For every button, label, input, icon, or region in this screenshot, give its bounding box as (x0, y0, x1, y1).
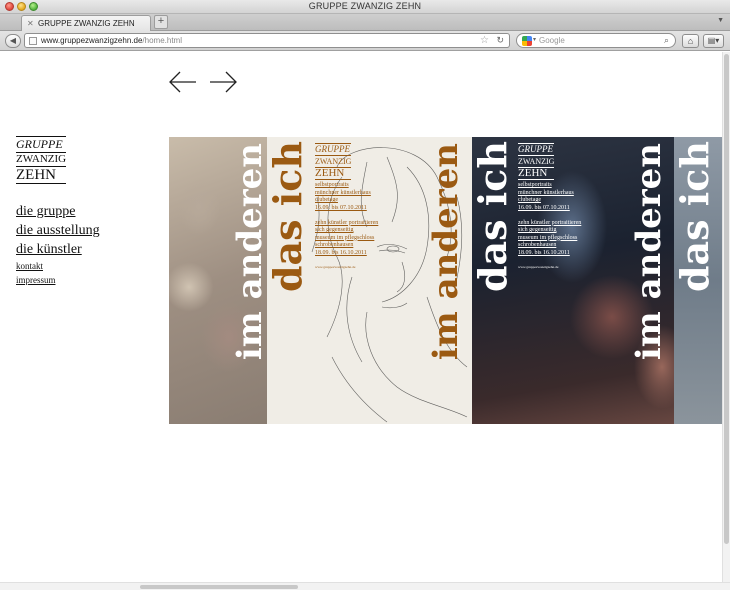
poster-painting-partial[interactable]: im anderen (169, 137, 267, 424)
horizontal-scrollbar[interactable] (0, 582, 730, 590)
info-line: sich gegenseitig (315, 227, 354, 233)
poster-logo-line-1: GRUPPE (315, 143, 352, 154)
url-text[interactable]: www.gruppezwanzigzehn.de/home.html (41, 36, 182, 45)
vertical-scrollbar[interactable] (722, 52, 730, 582)
tab-overflow-icon[interactable]: ▼ (717, 17, 724, 24)
poster-logo-line-1: GRUPPE (518, 143, 555, 154)
poster-logo-line-3: ZEHN (518, 167, 555, 180)
footer-url: www.gruppezwanzigzehn.de (315, 264, 356, 269)
info-line: 18.09. bis 16.10.2011 (315, 249, 367, 256)
nav-link-impressum[interactable]: impressum (16, 273, 100, 287)
home-button[interactable]: ⌂ (682, 34, 699, 48)
url-host: www.gruppezwanzigzehn.de (41, 36, 143, 45)
nav-link-die-kuenstler[interactable]: die künstler (16, 240, 100, 259)
info-line: clubetage (315, 197, 338, 203)
reload-icon[interactable]: ↻ (496, 35, 504, 46)
address-bar[interactable]: www.gruppezwanzigzehn.de/home.html ☆ ↻ (24, 33, 510, 48)
poster-gallery[interactable]: im anderen GRUPPE ZWANZIG ZEHN selbstpor… (169, 137, 722, 424)
search-field[interactable]: ▾ Google ⌕ (516, 33, 676, 48)
close-tab-icon[interactable]: ✕ (27, 19, 34, 28)
info-line: selbstportraits (518, 182, 552, 188)
info-line: museum im pflegschloss (518, 234, 578, 241)
search-placeholder: Google (539, 36, 565, 45)
horizontal-scroll-thumb[interactable] (140, 585, 298, 589)
tab-active[interactable]: ✕ GRUPPE ZWANZIG ZEHN (21, 15, 151, 31)
info-line: 18.09. bis 16.10.2011 (518, 249, 570, 256)
tab-label: GRUPPE ZWANZIG ZEHN (38, 19, 135, 28)
logo-line-1: GRUPPE (16, 136, 67, 151)
poster-logo-brown: GRUPPE ZWANZIG ZEHN (315, 143, 352, 180)
info-line: münchner künstlerhaus (518, 189, 574, 196)
info-line: sich gegenseitig (518, 227, 557, 233)
back-button[interactable]: ◀ (5, 34, 21, 48)
info-line: selbstportraits (315, 182, 349, 188)
favicon-icon (29, 37, 37, 45)
url-path: /home.html (142, 36, 182, 45)
poster-logo-line-3: ZEHN (315, 167, 352, 180)
search-icon[interactable]: ⌕ (664, 35, 669, 46)
logo-line-3: ZEHN (16, 166, 67, 184)
info-line: zehn künstler portraitieren (518, 219, 582, 226)
page-viewport: GRUPPE ZWANZIG ZEHN die gruppe die ausst… (0, 52, 722, 582)
nav-link-die-ausstellung[interactable]: die ausstellung (16, 221, 100, 240)
poster-logo-white: GRUPPE ZWANZIG ZEHN (518, 143, 555, 180)
info-line: schrobenhausen (518, 242, 557, 248)
window-titlebar: GRUPPE ZWANZIG ZEHN (0, 0, 730, 14)
info-line: 16.09. bis 07.10.2011 (518, 204, 570, 211)
poster-title-b: im anderen (230, 143, 267, 361)
poster-title-a: das ich (267, 141, 310, 293)
logo-line-2: ZWANZIG (16, 152, 67, 165)
poster-logo-line-2: ZWANZIG (518, 155, 555, 166)
info-line: münchner künstlerhaus (315, 189, 371, 196)
browser-toolbar: ◀ www.gruppezwanzigzehn.de/home.html ☆ ↻… (0, 31, 730, 51)
info-line: 16.09. bis 07.10.2011 (315, 204, 367, 211)
poster-sketch[interactable]: GRUPPE ZWANZIG ZEHN selbstportraits münc… (267, 137, 472, 424)
new-tab-button[interactable]: + (154, 15, 168, 29)
previous-arrow-icon[interactable] (168, 70, 198, 94)
bookmark-star-icon[interactable]: ☆ (480, 35, 489, 46)
info-line: clubetage (518, 197, 541, 203)
window-title: GRUPPE ZWANZIG ZEHN (308, 1, 422, 11)
poster-title-b: im anderen (629, 143, 669, 361)
poster-info-white: selbstportraits münchner künstlerhaus cl… (518, 182, 581, 270)
google-icon[interactable] (522, 36, 532, 46)
nav-link-die-gruppe[interactable]: die gruppe (16, 202, 100, 221)
tab-bar: ✕ GRUPPE ZWANZIG ZEHN + ▼ (0, 14, 730, 31)
poster-title-b: im anderen (426, 143, 466, 361)
nav-link-kontakt[interactable]: kontakt (16, 259, 100, 273)
footer-url: www.gruppezwanzigzehn.de (518, 264, 559, 269)
poster-title-a: das ich (472, 141, 515, 293)
poster-title-a: das ich (672, 141, 717, 293)
chevron-down-icon[interactable]: ▾ (533, 36, 536, 43)
poster-reflection[interactable]: GRUPPE ZWANZIG ZEHN selbstportraits münc… (472, 137, 722, 424)
info-line: schrobenhausen (315, 242, 354, 248)
main-navigation: die gruppe die ausstellung die künstler … (16, 202, 100, 287)
site-logo[interactable]: GRUPPE ZWANZIG ZEHN (16, 136, 67, 184)
page-menu-button[interactable]: ▤▾ (703, 34, 724, 48)
info-line: museum im pflegschloss (315, 234, 375, 241)
vertical-scroll-thumb[interactable] (724, 54, 729, 544)
info-line: zehn künstler portraitieren (315, 219, 379, 226)
poster-info-brown: selbstportraits münchner künstlerhaus cl… (315, 182, 378, 270)
poster-logo-line-2: ZWANZIG (315, 155, 352, 166)
next-arrow-icon[interactable] (208, 70, 238, 94)
